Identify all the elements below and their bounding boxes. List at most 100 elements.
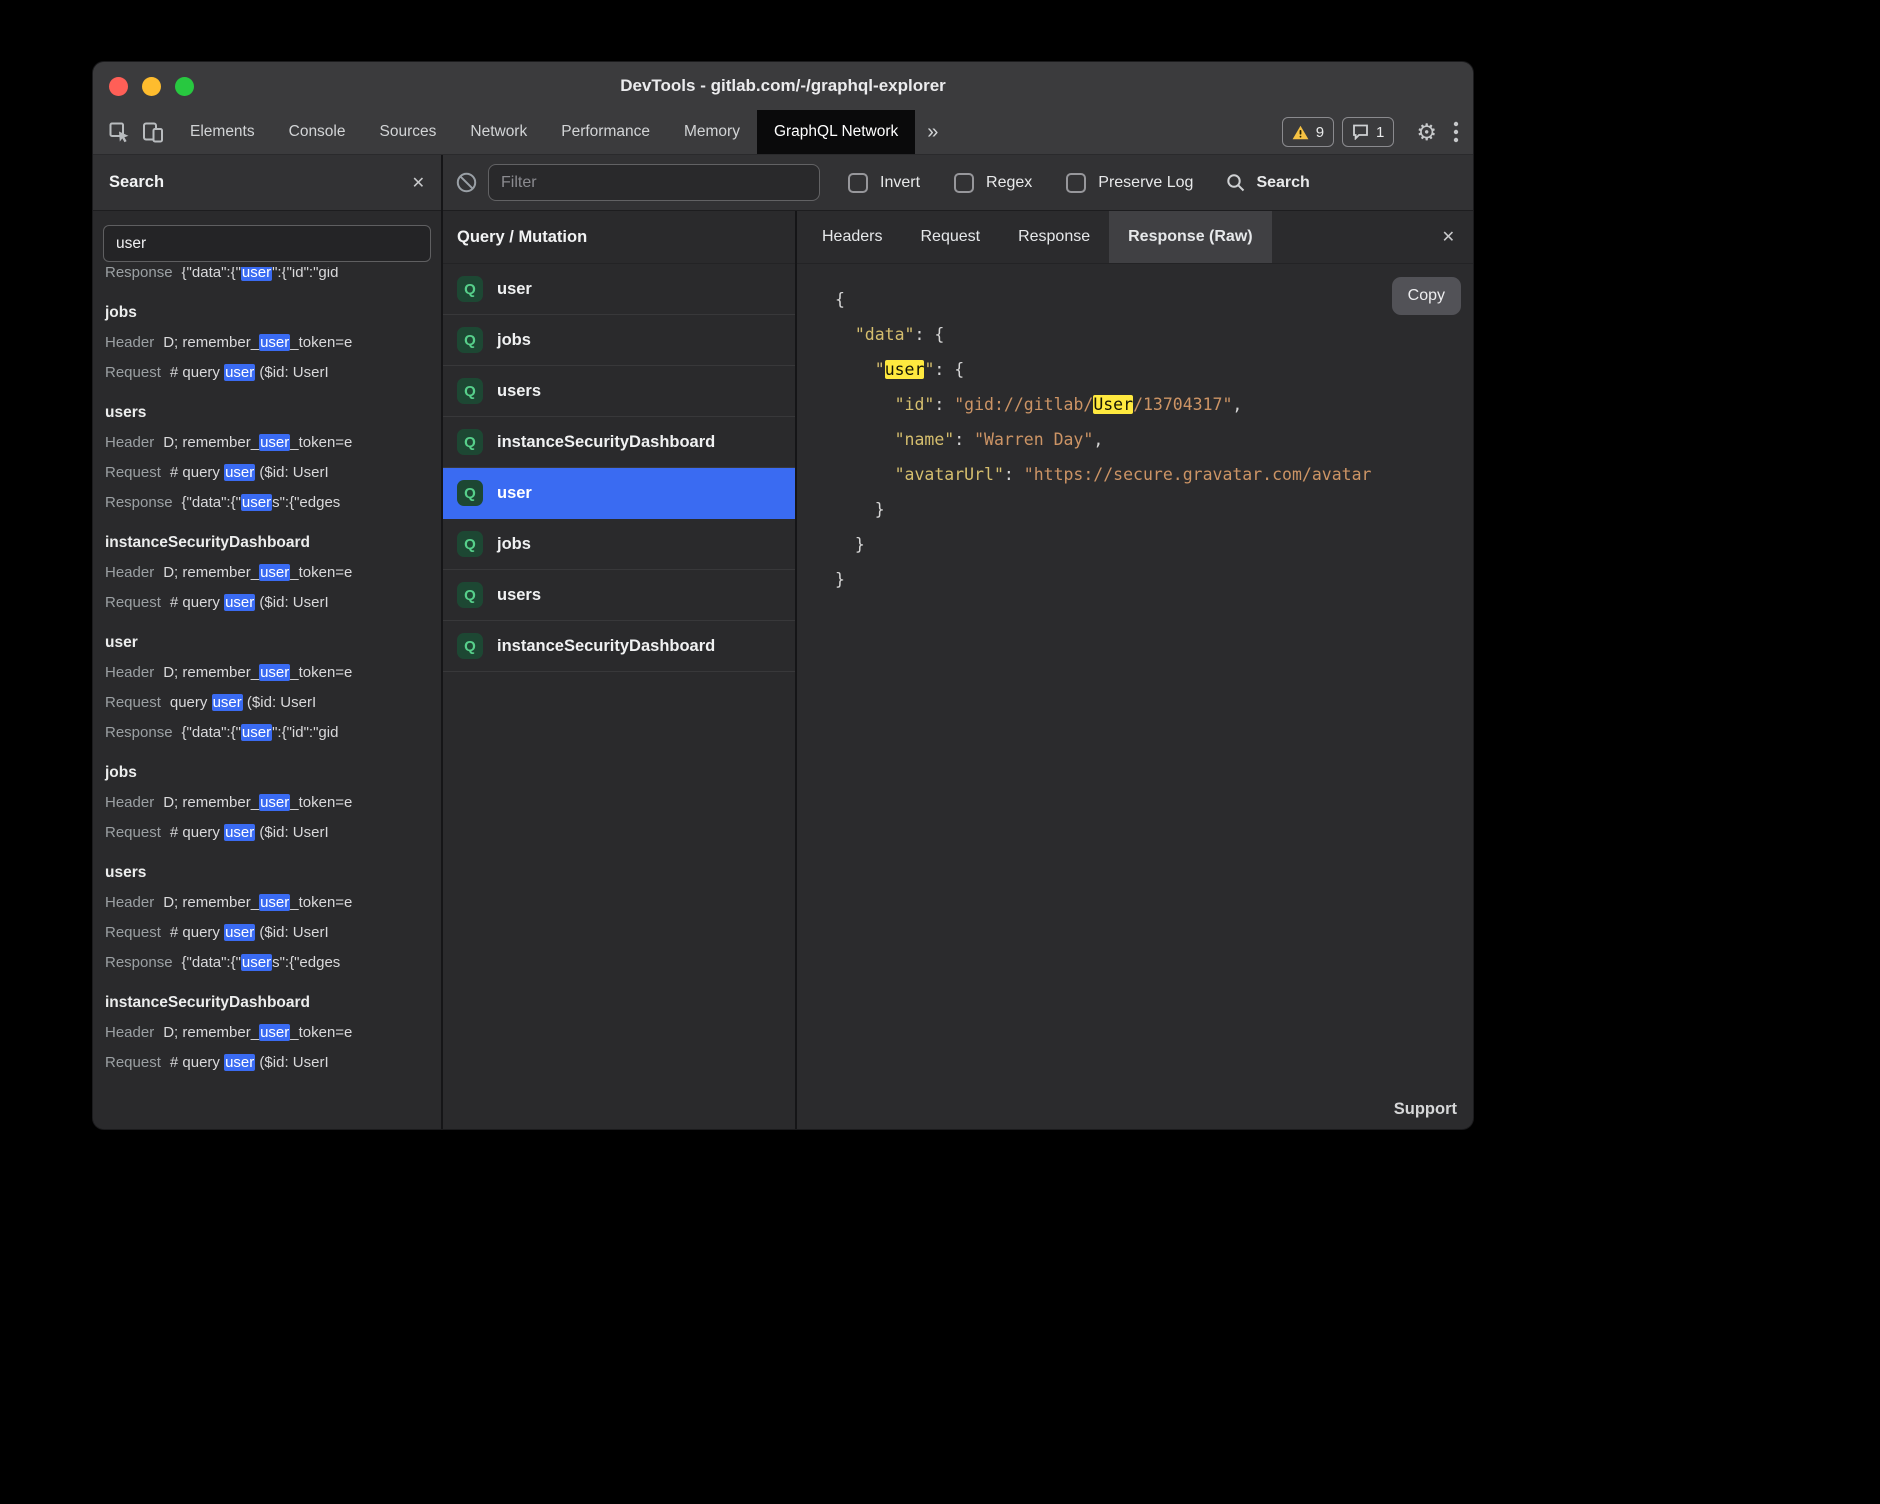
search-result-line[interactable]: HeaderD; remember_user_token=e bbox=[93, 428, 441, 458]
inspect-element-icon[interactable] bbox=[107, 120, 131, 144]
search-result-line[interactable]: Request# query user ($id: UserI bbox=[93, 918, 441, 948]
copy-button[interactable]: Copy bbox=[1392, 277, 1461, 315]
devtools-tab-performance[interactable]: Performance bbox=[544, 110, 667, 154]
search-result-line[interactable]: HeaderD; remember_user_token=e bbox=[93, 658, 441, 688]
checkbox-invert[interactable]: Invert bbox=[848, 173, 920, 193]
result-text: _token=e bbox=[290, 1024, 352, 1041]
issues-badge[interactable]: 1 bbox=[1342, 117, 1394, 147]
result-text: # query bbox=[170, 594, 224, 611]
search-result-line[interactable]: Response{"data":{"user":{"id":"gid bbox=[93, 718, 441, 748]
search-input[interactable] bbox=[103, 225, 431, 262]
devtools-tab-sources[interactable]: Sources bbox=[363, 110, 454, 154]
result-text: query bbox=[170, 694, 212, 711]
settings-gear-icon[interactable]: ⚙ bbox=[1416, 119, 1437, 146]
devtools-tab-memory[interactable]: Memory bbox=[667, 110, 757, 154]
devtools-tab-console[interactable]: Console bbox=[272, 110, 363, 154]
devtools-tab-strip: ElementsConsoleSourcesNetworkPerformance… bbox=[173, 110, 915, 154]
devtools-tab-elements[interactable]: Elements bbox=[173, 110, 272, 154]
query-list-item-jobs[interactable]: Qjobs bbox=[443, 315, 795, 366]
query-list-item-users[interactable]: Qusers bbox=[443, 570, 795, 621]
clear-icon[interactable] bbox=[455, 171, 478, 194]
search-icon bbox=[1225, 172, 1246, 193]
query-list-item-user[interactable]: Quser bbox=[443, 468, 795, 519]
search-result-line[interactable]: Request# query user ($id: UserI bbox=[93, 1048, 441, 1078]
search-result-line[interactable]: HeaderD; remember_user_token=e bbox=[93, 558, 441, 588]
result-text: ":{"id":"gid bbox=[272, 267, 338, 281]
result-text: D; remember_ bbox=[163, 1024, 259, 1041]
json-line: "id": "gid://gitlab/User/13704317", bbox=[835, 387, 1473, 422]
search-result-line[interactable]: Request# query user ($id: UserI bbox=[93, 358, 441, 388]
devtools-tab-network[interactable]: Network bbox=[453, 110, 544, 154]
checkbox-box-invert[interactable] bbox=[848, 173, 868, 193]
search-result-line[interactable]: HeaderD; remember_user_token=e bbox=[93, 888, 441, 918]
search-result-line[interactable]: HeaderD; remember_user_token=e bbox=[93, 788, 441, 818]
search-match: user bbox=[259, 894, 290, 911]
checkbox-regex[interactable]: Regex bbox=[954, 173, 1032, 193]
search-match-yellow: User bbox=[1093, 395, 1133, 414]
result-group-name[interactable]: instanceSecurityDashboard bbox=[93, 528, 441, 558]
devtools-main: Search ✕ Response{"data":{"user":{"id":"… bbox=[93, 155, 1473, 1129]
detail-tab-response[interactable]: Response bbox=[999, 211, 1109, 263]
close-search-icon[interactable]: ✕ bbox=[412, 173, 425, 193]
close-window-button[interactable] bbox=[109, 77, 128, 96]
result-text: _token=e bbox=[290, 564, 352, 581]
search-result-line[interactable]: Request# query user ($id: UserI bbox=[93, 818, 441, 848]
query-item-label: user bbox=[497, 280, 532, 299]
result-text: ($id: UserI bbox=[255, 464, 328, 481]
devtools-tab-graphql-network[interactable]: GraphQL Network bbox=[757, 110, 915, 154]
close-detail-icon[interactable]: ✕ bbox=[1442, 227, 1455, 247]
result-text: ($id: UserI bbox=[255, 364, 328, 381]
result-group-name[interactable]: jobs bbox=[93, 298, 441, 328]
search-result-group: usersHeaderD; remember_user_token=eReque… bbox=[93, 398, 441, 518]
warning-icon bbox=[1292, 125, 1309, 140]
checkbox-preserve-log[interactable]: Preserve Log bbox=[1066, 173, 1193, 193]
kebab-menu-icon[interactable] bbox=[1453, 121, 1459, 143]
zoom-window-button[interactable] bbox=[175, 77, 194, 96]
result-group-name[interactable]: users bbox=[93, 398, 441, 428]
search-result-line[interactable]: Request# query user ($id: UserI bbox=[93, 458, 441, 488]
result-group-name[interactable]: jobs bbox=[93, 758, 441, 788]
result-group-name[interactable]: instanceSecurityDashboard bbox=[93, 988, 441, 1018]
query-icon: Q bbox=[457, 276, 483, 302]
json-token: /13704317" bbox=[1133, 395, 1232, 414]
result-text: # query bbox=[170, 464, 224, 481]
search-result-line[interactable]: HeaderD; remember_user_token=e bbox=[93, 328, 441, 358]
network-region: InvertRegexPreserve Log Search Query / M… bbox=[443, 155, 1473, 1129]
json-viewer: { "data": { "user": { "id": "gid://gitla… bbox=[835, 282, 1473, 597]
minimize-window-button[interactable] bbox=[142, 77, 161, 96]
query-list-item-jobs[interactable]: Qjobs bbox=[443, 519, 795, 570]
support-link[interactable]: Support bbox=[1394, 1100, 1457, 1119]
query-icon: Q bbox=[457, 429, 483, 455]
toolbar-search[interactable]: Search bbox=[1225, 172, 1309, 193]
search-result-line[interactable]: Response{"data":{"user":{"id":"gid bbox=[93, 267, 441, 288]
search-result-line[interactable]: Response{"data":{"users":{"edges bbox=[93, 948, 441, 978]
query-list-item-instancesecuritydashboard[interactable]: QinstanceSecurityDashboard bbox=[443, 621, 795, 672]
window-title: DevTools - gitlab.com/-/graphql-explorer bbox=[93, 76, 1473, 96]
result-group-name[interactable]: user bbox=[93, 628, 441, 658]
result-line-label: Header bbox=[105, 664, 154, 681]
search-match: user bbox=[241, 494, 272, 511]
search-match: user bbox=[259, 434, 290, 451]
search-match: user bbox=[224, 824, 255, 841]
devtools-window: DevTools - gitlab.com/-/graphql-explorer… bbox=[93, 62, 1473, 1129]
device-toolbar-icon[interactable] bbox=[141, 120, 165, 144]
detail-tab-request[interactable]: Request bbox=[901, 211, 999, 263]
checkbox-box-regex[interactable] bbox=[954, 173, 974, 193]
search-result-line[interactable]: Requestquery user ($id: UserI bbox=[93, 688, 441, 718]
search-result-line[interactable]: Response{"data":{"users":{"edges bbox=[93, 488, 441, 518]
more-tabs-icon[interactable]: » bbox=[915, 121, 950, 144]
search-result-line[interactable]: HeaderD; remember_user_token=e bbox=[93, 1018, 441, 1048]
filter-input[interactable] bbox=[488, 164, 820, 201]
query-list-item-users[interactable]: Qusers bbox=[443, 366, 795, 417]
result-group-name[interactable]: users bbox=[93, 858, 441, 888]
network-toolbar: Invert Regex Preserve Log Search bbox=[443, 155, 1473, 211]
search-match: user bbox=[212, 694, 243, 711]
search-result-line[interactable]: Request# query user ($id: UserI bbox=[93, 588, 441, 618]
query-list-item-instancesecuritydashboard[interactable]: QinstanceSecurityDashboard bbox=[443, 417, 795, 468]
checkbox-box-preserve-log[interactable] bbox=[1066, 173, 1086, 193]
result-line-label: Response bbox=[105, 494, 173, 511]
warnings-badge[interactable]: 9 bbox=[1282, 117, 1334, 147]
detail-tab-response-raw[interactable]: Response (Raw) bbox=[1109, 211, 1271, 263]
query-list-item-user[interactable]: Quser bbox=[443, 264, 795, 315]
detail-tab-headers[interactable]: Headers bbox=[803, 211, 901, 263]
